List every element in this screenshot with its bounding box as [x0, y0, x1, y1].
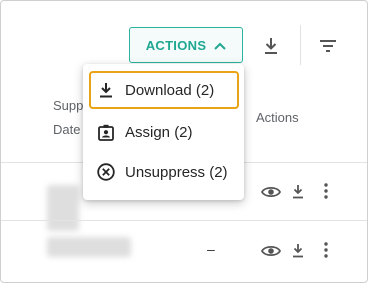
view-icon[interactable] — [260, 242, 282, 260]
download-row-icon[interactable] — [291, 241, 305, 259]
row-divider — [1, 220, 367, 221]
redacted-cell — [47, 237, 131, 257]
more-vert-icon[interactable] — [321, 182, 331, 200]
assign-badge-icon — [97, 123, 115, 141]
filter-icon[interactable] — [316, 34, 340, 58]
unsuppress-icon — [97, 163, 115, 181]
chevron-up-icon — [214, 38, 227, 53]
actions-menu: Download (2) Assign (2) Unsuppress (2) — [83, 64, 244, 200]
view-icon[interactable] — [260, 183, 282, 201]
menu-item-label: Assign (2) — [125, 123, 193, 141]
download-all-icon[interactable] — [259, 34, 283, 58]
actions-button-label: ACTIONS — [145, 37, 207, 53]
menu-item-unsuppress[interactable]: Unsuppress (2) — [91, 155, 237, 189]
header-suppressed-date-line2: Date — [53, 122, 81, 137]
menu-item-assign[interactable]: Assign (2) — [91, 115, 237, 149]
suppressed-date-cell: – — [207, 241, 215, 257]
panel: ACTIONS Supp Date Actions – Download (2)… — [0, 0, 368, 283]
download-row-icon[interactable] — [291, 182, 305, 200]
menu-item-download[interactable]: Download (2) — [89, 71, 239, 109]
menu-item-label: Unsuppress (2) — [125, 163, 228, 181]
header-actions: Actions — [256, 110, 299, 125]
more-vert-icon[interactable] — [321, 241, 331, 259]
menu-item-label: Download (2) — [125, 81, 215, 99]
redacted-cell — [47, 185, 79, 231]
toolbar-divider — [300, 25, 301, 65]
download-icon — [97, 81, 115, 99]
header-suppressed-date-line1: Supp — [53, 98, 84, 113]
actions-button[interactable]: ACTIONS — [129, 27, 243, 63]
